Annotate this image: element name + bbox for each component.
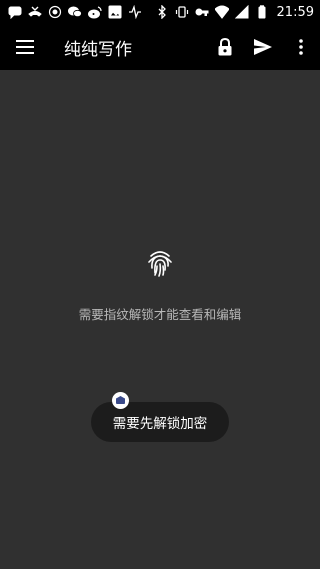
status-time: 21:59 bbox=[276, 4, 314, 20]
more-vert-icon bbox=[299, 39, 303, 55]
status-left bbox=[8, 5, 142, 19]
locked-content-area: 需要指纹解锁才能查看和编辑 bbox=[0, 70, 320, 569]
hamburger-icon bbox=[16, 40, 34, 54]
unlock-prompt-text: 需要指纹解锁才能查看和编辑 bbox=[78, 307, 242, 322]
bluetooth-icon bbox=[155, 5, 169, 19]
fingerprint-icon[interactable] bbox=[145, 248, 175, 278]
status-bar: 21:59 bbox=[0, 0, 320, 24]
send-button[interactable] bbox=[244, 24, 282, 70]
status-right: 21:59 bbox=[155, 5, 314, 20]
signal-icon bbox=[234, 5, 249, 19]
lock-button[interactable] bbox=[206, 24, 244, 70]
chat-icon bbox=[8, 5, 22, 19]
page-title: 纯纯写作 bbox=[64, 39, 132, 60]
missed-call-icon bbox=[28, 5, 42, 19]
battery-icon bbox=[255, 5, 269, 19]
key-icon bbox=[195, 5, 209, 19]
image-icon bbox=[108, 5, 122, 19]
lock-icon bbox=[218, 38, 232, 56]
menu-button[interactable] bbox=[0, 24, 50, 70]
send-icon bbox=[254, 39, 272, 55]
toast-message: 需要先解锁加密 bbox=[91, 402, 229, 442]
flower-icon bbox=[48, 5, 62, 19]
app-bar: 纯纯写作 bbox=[0, 24, 320, 70]
wifi-icon bbox=[214, 5, 229, 19]
vibrate-icon bbox=[175, 5, 189, 19]
app-icon bbox=[112, 392, 129, 409]
more-options-button[interactable] bbox=[282, 24, 320, 70]
wechat-icon bbox=[68, 5, 82, 19]
weibo-icon bbox=[88, 5, 102, 19]
pulse-icon bbox=[128, 5, 142, 19]
toast-text: 需要先解锁加密 bbox=[112, 416, 208, 432]
